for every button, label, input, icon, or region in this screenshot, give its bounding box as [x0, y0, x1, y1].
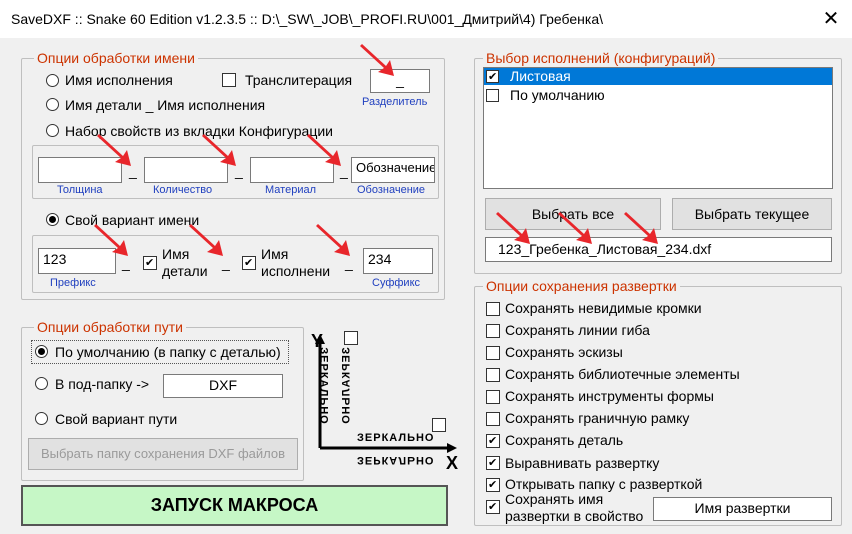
title-bar: SaveDXF :: Snake 60 Edition v1.2.3.5 :: …: [0, 0, 852, 38]
annotation-arrow-icon: [316, 224, 350, 256]
save-library-features-label: Сохранять библиотечные элементы: [505, 366, 740, 382]
mirror-x-checkbox[interactable]: [432, 418, 446, 432]
annotation-arrow-icon: [189, 224, 223, 256]
annotation-arrow-icon: [360, 44, 394, 76]
save-part-checkbox[interactable]: [486, 434, 500, 448]
save-library-features-checkbox[interactable]: [486, 368, 500, 382]
props-caption-thickness: Толщина: [57, 184, 103, 196]
props-caption-material: Материал: [265, 184, 316, 196]
save-hidden-edges-checkbox[interactable]: [486, 302, 500, 316]
radio-subfolder-label: В под-папку ->: [55, 376, 150, 392]
save-sketches-checkbox[interactable]: [486, 346, 500, 360]
annotation-arrow-icon: [97, 134, 131, 166]
radio-custom-path[interactable]: [35, 412, 48, 425]
suffix-input[interactable]: 234: [363, 248, 433, 274]
radio-subfolder[interactable]: [35, 377, 48, 390]
config-item-default[interactable]: По умолчанию: [510, 87, 605, 103]
mirror-horizontal-label: ЗЕРКАЛЬНО: [357, 432, 435, 444]
annotation-arrow-icon: [94, 224, 128, 256]
mirror-horizontal-label-mirrored: ЗЕРКАЛЬНО: [357, 454, 435, 466]
window-title: SaveDXF :: Snake 60 Edition v1.2.3.5 :: …: [11, 11, 604, 27]
configs-list: [483, 67, 833, 189]
annotation-arrow-icon: [307, 134, 341, 166]
configs-legend: Выбор исполнений (конфигураций): [486, 50, 716, 66]
axis-x-label: X: [446, 453, 459, 473]
radio-part-config[interactable]: [46, 98, 59, 111]
radio-part-config-label: Имя детали _ Имя исполнения: [65, 97, 266, 113]
config-name-label-line1: Имя: [261, 246, 289, 262]
save-bend-lines-checkbox[interactable]: [486, 324, 500, 338]
name-options-legend: Опции обработки имени: [37, 50, 195, 66]
save-form-tools-checkbox[interactable]: [486, 390, 500, 404]
select-current-button[interactable]: Выбрать текущее: [672, 198, 832, 230]
props-caption-designation: Обозначение: [357, 184, 426, 196]
mirror-y-checkbox[interactable]: [344, 331, 358, 345]
align-flatpattern-label: Выравнивать развертку: [505, 455, 660, 471]
open-folder-label: Открывать папку с разверткой: [505, 476, 703, 492]
config-name-checkbox[interactable]: [242, 256, 256, 270]
mirror-vertical-label: ЗЕРКАЛЬНО: [317, 347, 330, 425]
save-name-to-property-label-1: Сохранять имя: [505, 491, 604, 507]
translit-checkbox[interactable]: [222, 73, 236, 87]
radio-default-path[interactable]: [35, 345, 48, 358]
align-flatpattern-checkbox[interactable]: [486, 456, 500, 470]
config-item-sheet[interactable]: Листовая: [484, 68, 832, 85]
annotation-arrow-icon: [624, 212, 658, 244]
part-name-label-line2: детали: [162, 263, 208, 279]
save-bounding-box-label: Сохранять граничную рамку: [505, 410, 690, 426]
close-icon[interactable]: ✕: [819, 7, 843, 31]
save-bounding-box-checkbox[interactable]: [486, 412, 500, 426]
props-caption-quantity: Количество: [153, 184, 213, 196]
radio-custom-name-label: Свой вариант имени: [65, 212, 200, 228]
run-macro-button[interactable]: ЗАПУСК МАКРОСА: [21, 485, 448, 526]
path-options-legend: Опции обработки пути: [37, 319, 183, 335]
open-folder-checkbox[interactable]: [486, 478, 500, 492]
config-item-default-checkbox[interactable]: [486, 89, 499, 102]
property-name-input[interactable]: Имя развертки: [653, 497, 832, 521]
radio-custom-name[interactable]: [46, 213, 59, 226]
save-options-legend: Опции сохранения развертки: [486, 278, 677, 294]
config-name-label-line2: исполнени: [261, 263, 331, 279]
save-form-tools-label: Сохранять инструменты формы: [505, 388, 714, 404]
choose-folder-button[interactable]: Выбрать папку сохранения DXF файлов: [28, 438, 298, 470]
save-hidden-edges-label: Сохранять невидимые кромки: [505, 300, 702, 316]
annotation-arrow-icon: [558, 212, 592, 244]
save-sketches-label: Сохранять эскизы: [505, 344, 623, 360]
separator-caption: Разделитель: [362, 96, 428, 108]
radio-props[interactable]: [46, 124, 59, 137]
prefix-caption: Префикс: [50, 277, 96, 289]
suffix-caption: Суффикс: [372, 277, 421, 289]
save-bend-lines-label: Сохранять линии гиба: [505, 322, 650, 338]
translit-label: Транслитерация: [245, 72, 353, 88]
part-name-checkbox[interactable]: [143, 256, 157, 270]
save-part-label: Сохранять деталь: [505, 432, 624, 448]
radio-default-path-label: По умолчанию (в папку с деталью): [55, 344, 281, 360]
radio-custom-path-label: Свой вариант пути: [55, 411, 178, 427]
radio-config-name[interactable]: [46, 74, 59, 87]
props-field-designation[interactable]: Обозначение: [351, 157, 435, 183]
mirror-vertical-label-mirrored: ЗЕРКАЛЬНО: [340, 347, 353, 425]
save-name-to-property-checkbox[interactable]: [486, 500, 500, 514]
save-name-to-property-label-2: развертки в свойство: [505, 508, 644, 524]
radio-config-name-label: Имя исполнения: [65, 72, 173, 88]
annotation-arrow-icon: [202, 134, 236, 166]
annotation-arrow-icon: [496, 212, 530, 244]
config-item-sheet-checkbox[interactable]: [486, 70, 499, 83]
subfolder-input[interactable]: DXF: [163, 374, 283, 398]
part-name-label-line1: Имя: [162, 246, 190, 262]
